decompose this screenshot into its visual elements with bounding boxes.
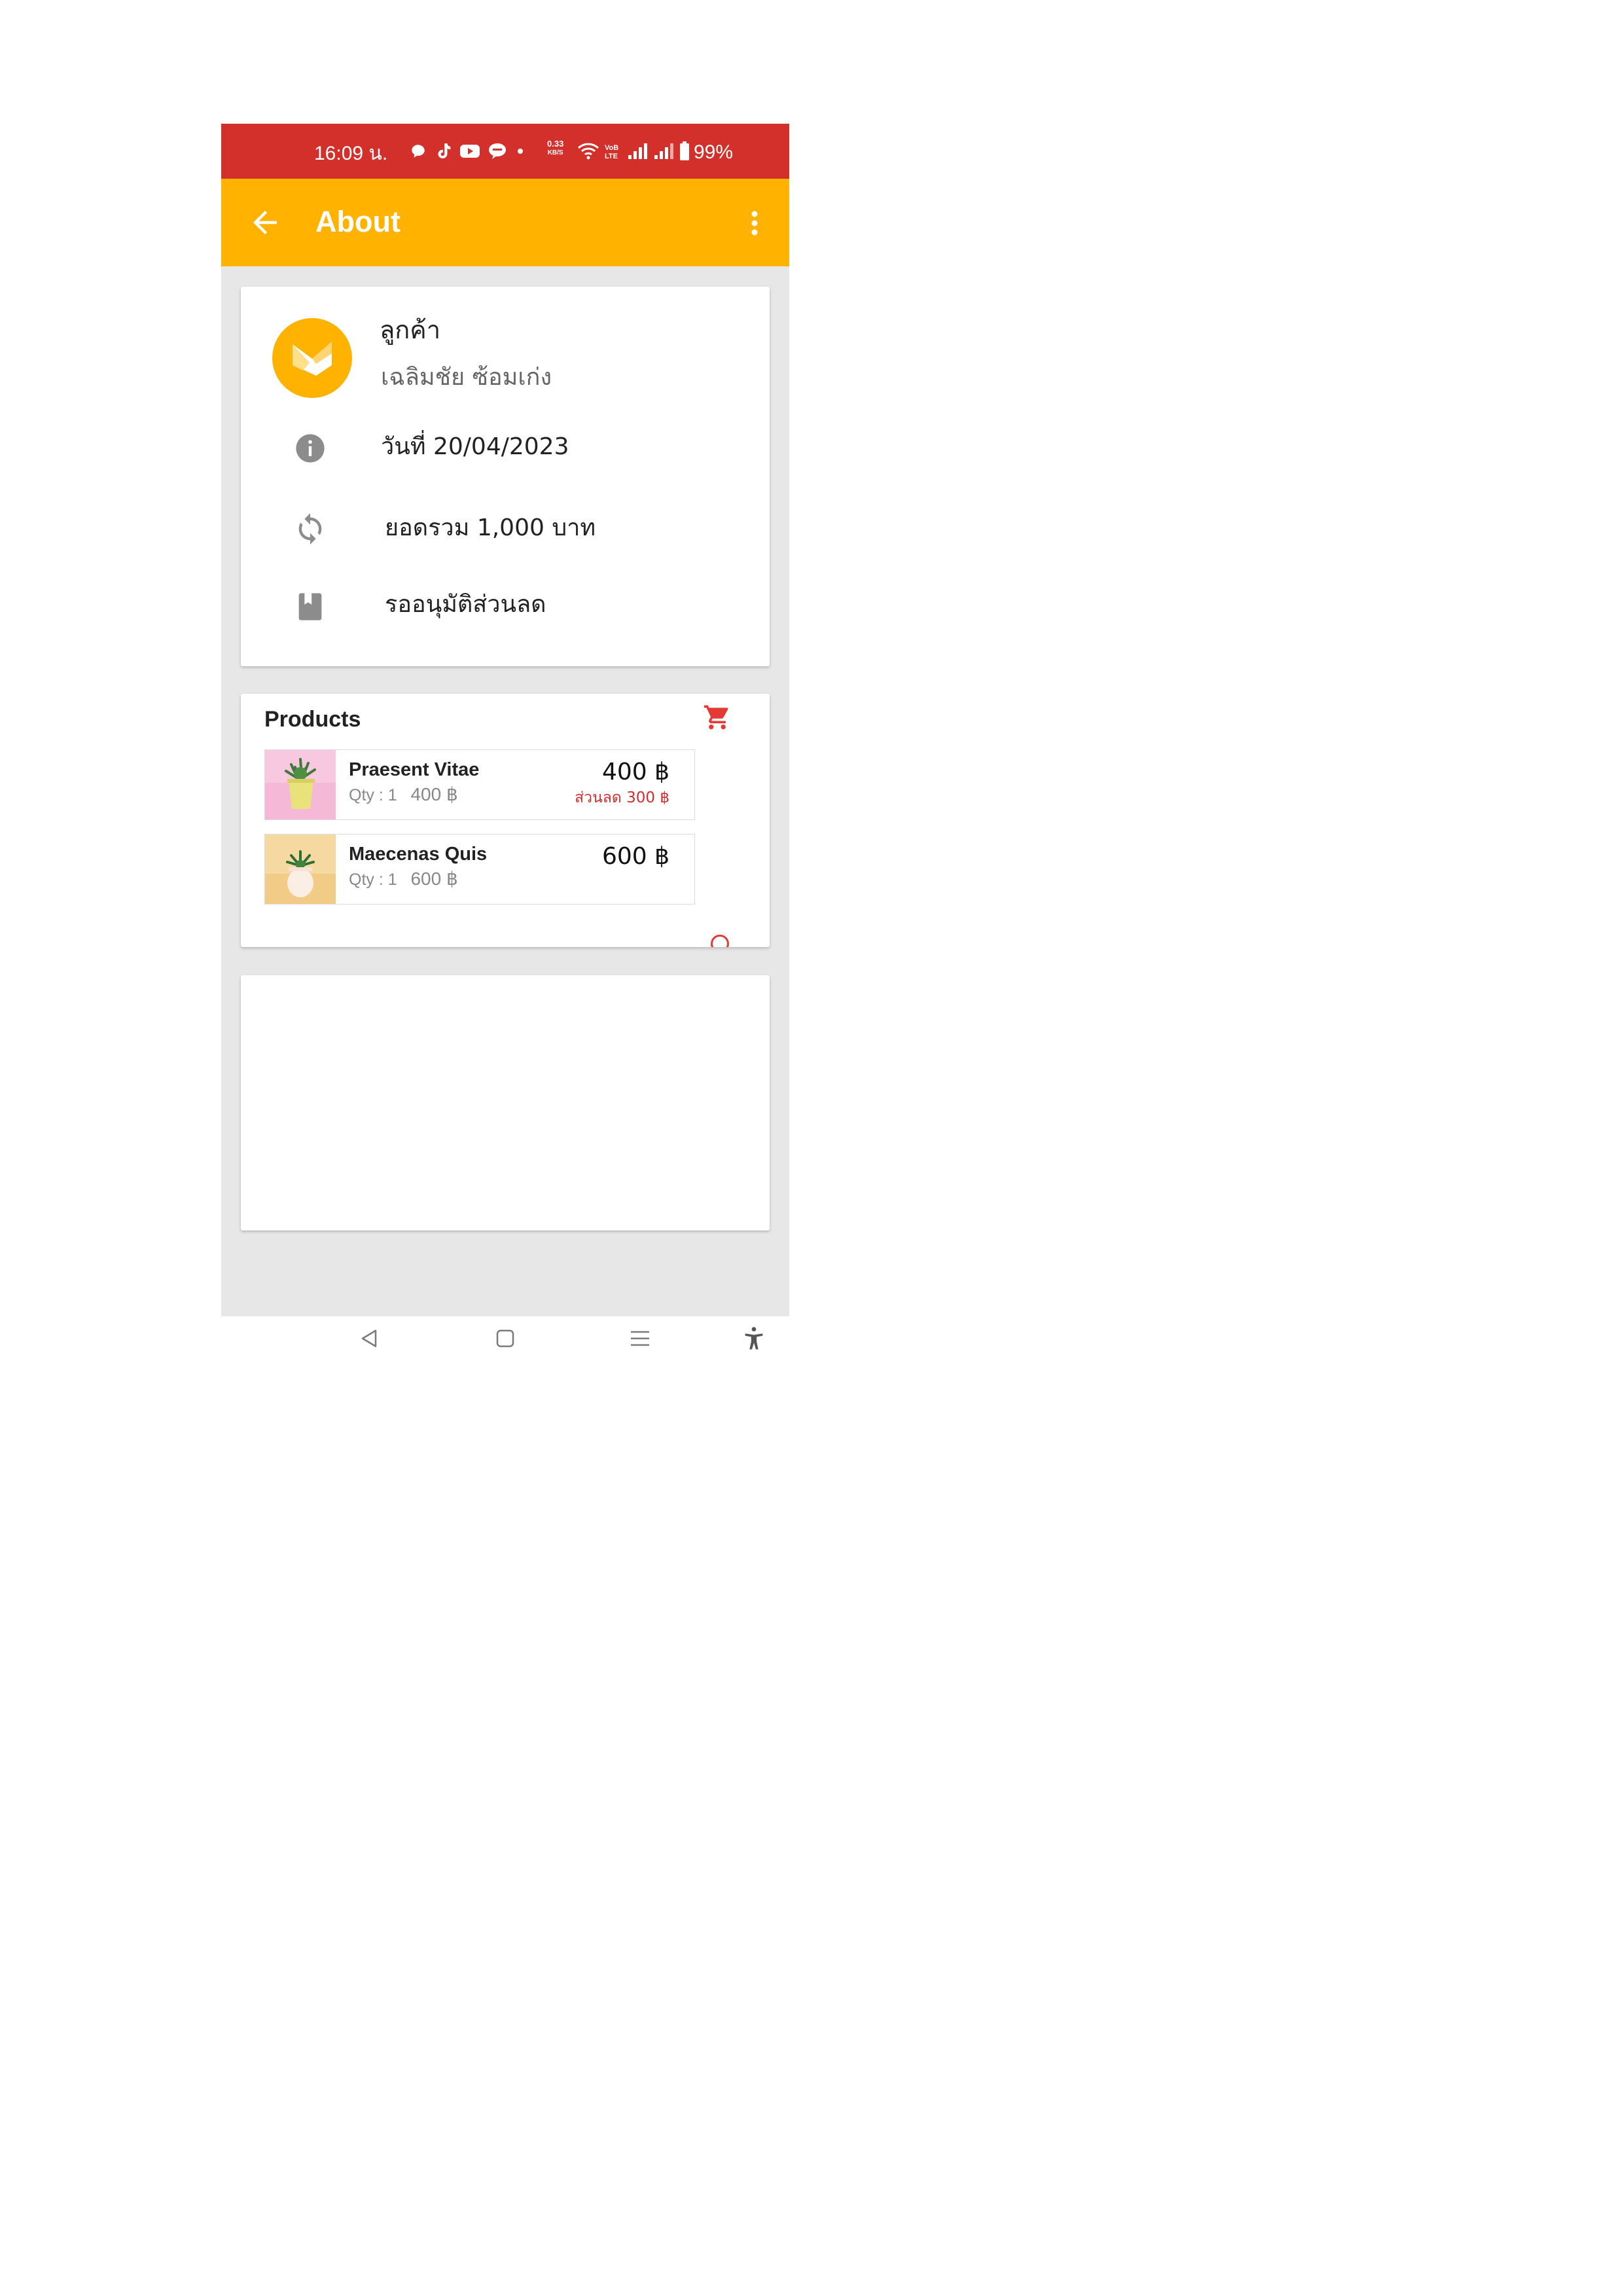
product-name: Maecenas Quis [349,844,488,865]
order-status: รออนุมัติส่วนลด [385,591,546,618]
avatar [272,318,352,398]
phone-screen: 16:09 น. 0.33 KB/S VoB LTE 99% About ลูก… [221,124,789,1359]
more-vertical-icon[interactable] [745,204,764,243]
line-icon [488,143,507,162]
logo-icon [293,342,332,376]
customer-name: เฉลิมชัย ซ้อมเก่ง [381,364,552,391]
nav-home-icon[interactable] [492,1325,518,1352]
dot-icon [514,145,526,160]
battery-icon [679,141,690,164]
empty-card [241,975,770,1230]
info-icon [293,431,327,465]
page-title: About [315,205,401,238]
product-unit-price: 400 ฿ [410,784,458,804]
status-bar: 16:09 น. 0.33 KB/S VoB LTE 99% [221,124,789,179]
products-title: Products [264,707,361,732]
product-price: 400 ฿ [601,759,669,785]
product-qty: Qty : 1 400 ฿ [349,784,458,806]
product-image [265,834,336,904]
product-name: Praesent Vitae [349,759,480,780]
accessibility-icon[interactable] [741,1325,767,1352]
scroll-indicator [711,935,729,947]
svg-text:VoB: VoB [605,144,618,152]
nav-back-icon[interactable] [356,1325,382,1352]
signal-icon [627,142,649,163]
arrow-back-icon[interactable] [247,205,283,240]
content-area: ลูกค้า เฉลิมชัย ซ้อมเก่ง วันที่ 20/04/20… [221,266,789,1316]
network-speed-value: 0.33 [547,139,564,149]
product-qty: Qty : 1 600 ฿ [349,869,458,890]
signal-icon [653,142,675,163]
chat-icon [410,143,427,162]
system-status-icons: VoB LTE 99% [577,139,733,166]
sync-icon [293,512,327,546]
product-qty-label: Qty : 1 [349,870,397,889]
cart-icon[interactable] [703,703,732,732]
product-price: 600 ฿ [601,843,669,870]
order-total: ยอดรวม 1,000 บาท [385,514,596,541]
battery-percentage: 99% [694,141,734,163]
book-icon [293,590,327,624]
product-item[interactable]: Maecenas Quis Qty : 1 600 ฿ 600 ฿ [264,834,695,905]
product-unit-price: 600 ฿ [410,869,458,889]
wifi-icon [577,141,599,164]
status-time: 16:09 น. [314,143,388,164]
product-discount: ส่วนลด 300 ฿ [575,789,669,806]
network-speed-unit: KB/S [547,149,563,156]
volte-icon: VoB LTE [603,141,623,164]
navigation-bar [221,1316,789,1359]
info-card: ลูกค้า เฉลิมชัย ซ้อมเก่ง วันที่ 20/04/20… [241,287,770,666]
product-item[interactable]: Praesent Vitae Qty : 1 400 ฿ 400 ฿ ส่วนล… [264,749,695,820]
svg-text:LTE: LTE [605,152,618,160]
order-date: วันที่ 20/04/2023 [381,433,569,460]
app-bar: About [221,179,789,266]
tiktok-icon [435,142,452,163]
youtube-icon [459,143,480,162]
notification-icons [410,141,526,164]
nav-recents-icon[interactable] [627,1325,653,1352]
network-speed: 0.33 KB/S [547,139,563,158]
products-card: Products Praesent Vitae Qty: 1 400 ฿ 40… [241,694,770,947]
product-qty-label: Qty : 1 [349,786,397,804]
customer-label: ลูกค้า [380,315,441,344]
product-image [265,750,336,819]
